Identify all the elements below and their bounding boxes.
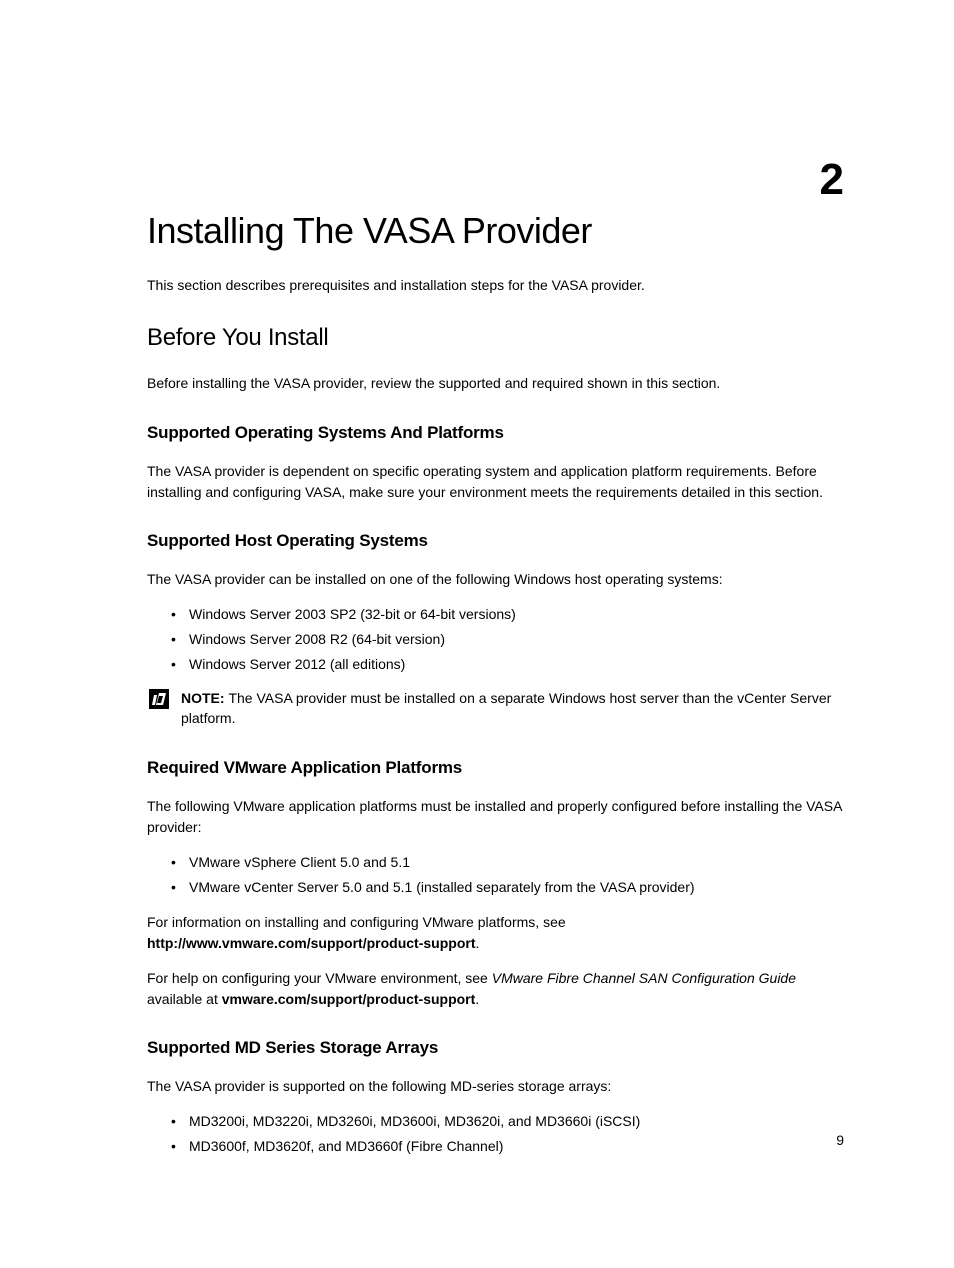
- supported-md-section: Supported MD Series Storage Arrays The V…: [147, 1038, 844, 1157]
- required-vmware-intro: The following VMware application platfor…: [147, 796, 844, 838]
- list-item: MD3600f, MD3620f, and MD3660f (Fibre Cha…: [189, 1136, 844, 1157]
- vmware-info-1: For information on installing and config…: [147, 912, 844, 954]
- supported-md-heading: Supported MD Series Storage Arrays: [147, 1038, 844, 1058]
- supported-os-platforms-section: Supported Operating Systems And Platform…: [147, 423, 844, 503]
- chapter-title: Installing The VASA Provider: [147, 210, 844, 252]
- vmware-info-2: For help on configuring your VMware envi…: [147, 968, 844, 1010]
- list-item: Windows Server 2003 SP2 (32-bit or 64-bi…: [189, 604, 844, 625]
- before-install-heading: Before You Install: [147, 324, 844, 352]
- list-item: Windows Server 2008 R2 (64-bit version): [189, 629, 844, 650]
- note-block: NOTE: The VASA provider must be installe…: [147, 689, 844, 728]
- vmware-support-link-2: vmware.com/support/product-support: [222, 991, 476, 1007]
- required-vmware-section: Required VMware Application Platforms Th…: [147, 758, 844, 1010]
- supported-host-os-intro: The VASA provider can be installed on on…: [147, 569, 844, 590]
- supported-os-platforms-text: The VASA provider is dependent on specif…: [147, 461, 844, 503]
- list-item: VMware vSphere Client 5.0 and 5.1: [189, 852, 844, 873]
- before-install-text: Before installing the VASA provider, rev…: [147, 374, 844, 394]
- note-icon: [149, 689, 169, 709]
- chapter-number: 2: [820, 155, 844, 205]
- note-body: The VASA provider must be installed on a…: [181, 690, 831, 726]
- supported-host-os-section: Supported Host Operating Systems The VAS…: [147, 531, 844, 728]
- supported-host-os-list: Windows Server 2003 SP2 (32-bit or 64-bi…: [147, 604, 844, 675]
- chapter-intro: This section describes prerequisites and…: [147, 276, 844, 296]
- list-item: VMware vCenter Server 5.0 and 5.1 (insta…: [189, 877, 844, 898]
- vmware-support-link: http://www.vmware.com/support/product-su…: [147, 935, 475, 951]
- page-number: 9: [836, 1132, 844, 1148]
- supported-os-platforms-heading: Supported Operating Systems And Platform…: [147, 423, 844, 443]
- vmware-doc-title: VMware Fibre Channel SAN Configuration G…: [492, 970, 796, 986]
- document-page: 2 Installing The VASA Provider This sect…: [0, 0, 954, 1157]
- supported-md-list: MD3200i, MD3220i, MD3260i, MD3600i, MD36…: [147, 1111, 844, 1157]
- note-text: NOTE: The VASA provider must be installe…: [181, 689, 844, 728]
- list-item: MD3200i, MD3220i, MD3260i, MD3600i, MD36…: [189, 1111, 844, 1132]
- note-label: NOTE:: [181, 690, 228, 706]
- supported-md-intro: The VASA provider is supported on the fo…: [147, 1076, 844, 1097]
- list-item: Windows Server 2012 (all editions): [189, 654, 844, 675]
- supported-host-os-heading: Supported Host Operating Systems: [147, 531, 844, 551]
- required-vmware-heading: Required VMware Application Platforms: [147, 758, 844, 778]
- required-vmware-list: VMware vSphere Client 5.0 and 5.1 VMware…: [147, 852, 844, 898]
